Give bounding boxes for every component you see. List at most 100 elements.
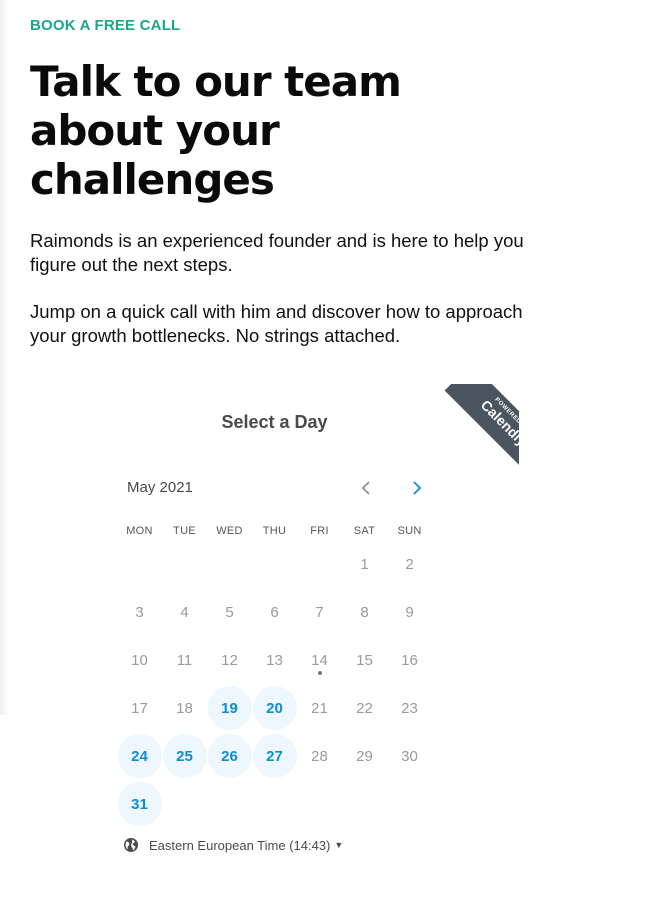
unavailable-day: 28 bbox=[298, 734, 342, 778]
day-number: 27 bbox=[266, 747, 283, 765]
weekday-label: MON bbox=[126, 525, 153, 537]
weekday-label: SUN bbox=[397, 525, 422, 537]
day-number: 28 bbox=[311, 747, 328, 765]
available-day-button[interactable]: 20 bbox=[252, 686, 297, 730]
available-day-button[interactable]: 25 bbox=[162, 734, 207, 778]
day-number: 9 bbox=[405, 603, 414, 621]
day-cell: 22 bbox=[342, 684, 387, 732]
day-cell: 20 bbox=[252, 684, 297, 732]
empty-cell bbox=[117, 540, 162, 588]
day-cell: 15 bbox=[342, 636, 387, 684]
month-label: May 2021 bbox=[127, 479, 193, 496]
day-number: 22 bbox=[356, 699, 373, 717]
globe-icon bbox=[124, 838, 138, 852]
caret-down-icon: ▼ bbox=[334, 840, 344, 850]
day-number: 20 bbox=[266, 699, 283, 717]
unavailable-day: 12 bbox=[208, 638, 252, 682]
available-day-button[interactable]: 19 bbox=[207, 686, 252, 730]
available-day-button[interactable]: 27 bbox=[252, 734, 297, 778]
day-cell: 29 bbox=[342, 732, 387, 780]
weekday-label: THU bbox=[262, 525, 287, 537]
unavailable-day: 11 bbox=[163, 638, 207, 682]
unavailable-day: 14 bbox=[298, 638, 342, 682]
today-indicator bbox=[317, 671, 322, 675]
day-number: 13 bbox=[266, 651, 283, 669]
day-number: 23 bbox=[401, 699, 418, 717]
unavailable-day: 21 bbox=[298, 686, 342, 730]
day-number: 18 bbox=[176, 699, 193, 717]
day-cell: 18 bbox=[162, 684, 207, 732]
empty-cell bbox=[207, 540, 252, 588]
empty-cell bbox=[162, 540, 207, 588]
weekday-label: FRI bbox=[310, 525, 329, 537]
timezone-selector[interactable]: Eastern European Time (14:43) ▼ bbox=[123, 837, 343, 853]
unavailable-day: 7 bbox=[298, 590, 342, 634]
day-number: 14 bbox=[311, 651, 328, 669]
day-number: 3 bbox=[135, 603, 144, 621]
available-day-button[interactable]: 26 bbox=[207, 734, 252, 778]
unavailable-day: 6 bbox=[253, 590, 297, 634]
empty-cell bbox=[297, 540, 342, 588]
chevron-left-icon bbox=[361, 481, 370, 495]
unavailable-day: 2 bbox=[388, 542, 432, 586]
calendly-widget: POWERED BY Calendly Select a Day May 202… bbox=[30, 384, 519, 884]
day-cell: 10 bbox=[117, 636, 162, 684]
day-cell: 4 bbox=[162, 588, 207, 636]
day-number: 29 bbox=[356, 747, 373, 765]
unavailable-day: 3 bbox=[118, 590, 162, 634]
unavailable-day: 13 bbox=[253, 638, 297, 682]
intro-paragraph: Raimonds is an experienced founder and i… bbox=[30, 230, 524, 275]
day-number: 26 bbox=[221, 747, 238, 765]
available-day-button[interactable]: 24 bbox=[117, 734, 162, 778]
unavailable-day: 8 bbox=[343, 590, 387, 634]
day-cell: 17 bbox=[117, 684, 162, 732]
day-number: 2 bbox=[405, 555, 414, 573]
day-cell: 27 bbox=[252, 732, 297, 780]
day-number: 1 bbox=[360, 555, 369, 573]
day-cell: 8 bbox=[342, 588, 387, 636]
empty-cell bbox=[252, 540, 297, 588]
next-month-button[interactable] bbox=[405, 476, 429, 500]
day-number: 11 bbox=[176, 651, 193, 669]
unavailable-day: 30 bbox=[388, 734, 432, 778]
day-cell: 1 bbox=[342, 540, 387, 588]
available-day-button[interactable]: 31 bbox=[117, 782, 162, 826]
day-number: 25 bbox=[176, 747, 193, 765]
day-cell: 7 bbox=[297, 588, 342, 636]
day-cell: 19 bbox=[207, 684, 252, 732]
day-number: 10 bbox=[131, 651, 148, 669]
unavailable-day: 29 bbox=[343, 734, 387, 778]
unavailable-day: 4 bbox=[163, 590, 207, 634]
day-cell: 11 bbox=[162, 636, 207, 684]
prev-month-button[interactable] bbox=[354, 476, 378, 500]
day-cell: 25 bbox=[162, 732, 207, 780]
weekday-header: MON TUE WED THU FRI SAT SUN bbox=[117, 525, 432, 537]
day-cell: 23 bbox=[387, 684, 432, 732]
day-cell: 16 bbox=[387, 636, 432, 684]
day-number: 21 bbox=[311, 699, 328, 717]
day-cell: 6 bbox=[252, 588, 297, 636]
unavailable-day: 1 bbox=[343, 542, 387, 586]
left-edge-shadow bbox=[0, 0, 8, 715]
day-number: 24 bbox=[131, 747, 148, 765]
day-number: 15 bbox=[356, 651, 373, 669]
day-cell: 28 bbox=[297, 732, 342, 780]
page-headline: Talk to our team about your challenges bbox=[30, 57, 402, 204]
select-day-title: Select a Day bbox=[221, 412, 328, 432]
day-cell: 13 bbox=[252, 636, 297, 684]
weekday-label: TUE bbox=[173, 525, 196, 537]
day-cell: 31 bbox=[117, 780, 162, 828]
unavailable-day: 5 bbox=[208, 590, 252, 634]
unavailable-day: 18 bbox=[163, 686, 207, 730]
day-number: 30 bbox=[401, 747, 418, 765]
day-cell: 24 bbox=[117, 732, 162, 780]
day-number: 5 bbox=[225, 603, 234, 621]
day-number: 6 bbox=[270, 603, 279, 621]
call-paragraph: Jump on a quick call with him and discov… bbox=[30, 301, 523, 346]
page: BOOK A FREE CALL Talk to our team about … bbox=[0, 0, 661, 907]
unavailable-day: 15 bbox=[343, 638, 387, 682]
day-number: 17 bbox=[131, 699, 148, 717]
unavailable-day: 17 bbox=[118, 686, 162, 730]
day-cell: 12 bbox=[207, 636, 252, 684]
day-cell: 9 bbox=[387, 588, 432, 636]
